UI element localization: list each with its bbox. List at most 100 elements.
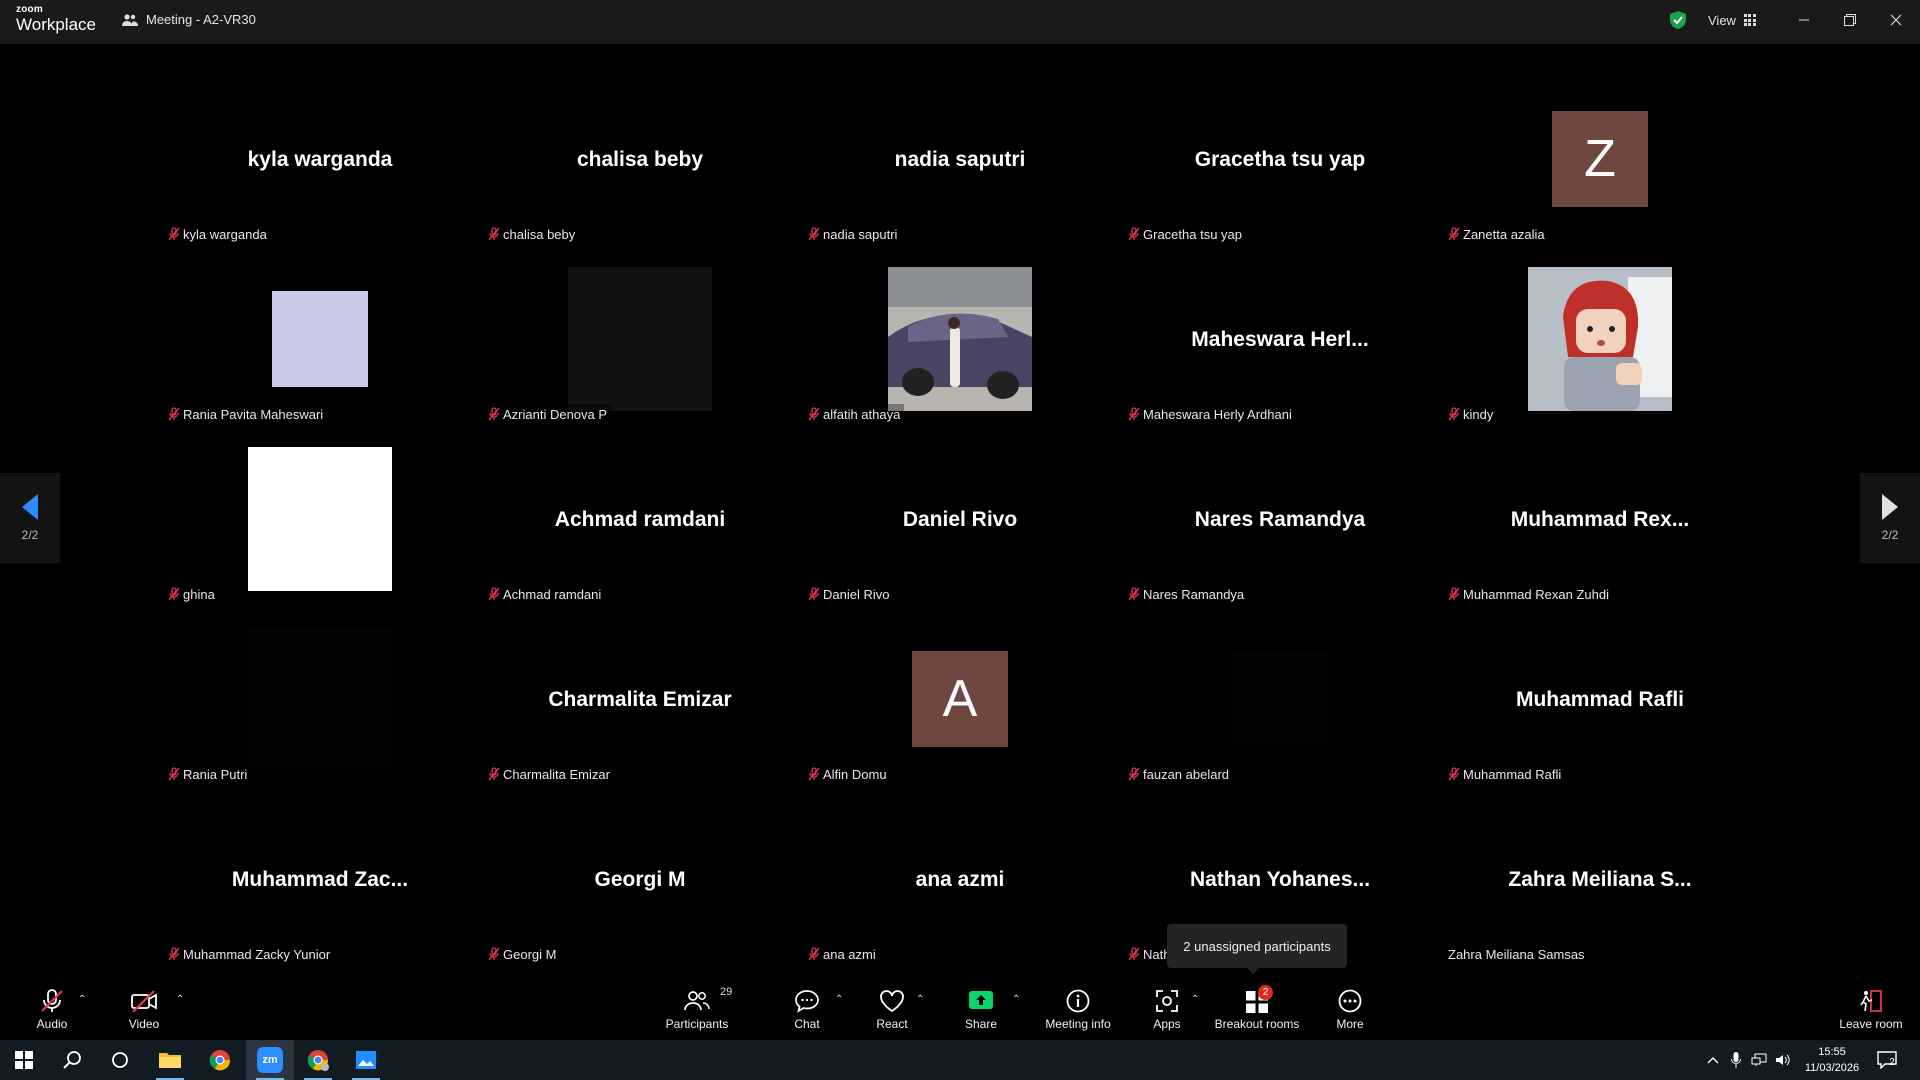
taskbar-clock[interactable]: 15:55 11/03/2026 [1800, 1044, 1864, 1076]
participant-tile[interactable]: Rania Putri [160, 627, 480, 810]
more-button[interactable]: More [1310, 988, 1390, 1036]
video-label: Video [128, 1017, 160, 1031]
search-icon [63, 1051, 81, 1069]
meeting-info-button[interactable]: Meeting info [1038, 988, 1118, 1036]
participant-tile[interactable]: Maheswara Herl... Maheswara Herly Ardhani [1120, 270, 1440, 450]
chrome-profile-taskbar-button[interactable] [294, 1040, 342, 1080]
participant-tile[interactable]: Gracetha tsu yap Gracetha tsu yap [1120, 90, 1440, 270]
breakout-rooms-button[interactable]: 2 Breakout rooms [1215, 985, 1299, 1036]
grid-view-icon [1743, 14, 1756, 26]
notification-center-button[interactable]: 2 [1870, 1040, 1910, 1080]
notification-count: 2 [1889, 1056, 1895, 1068]
participant-name: alfatih athaya [823, 406, 901, 422]
react-options-caret-icon[interactable]: ⌃ [916, 994, 924, 1005]
participant-tile[interactable]: Muhammad Rex... Muhammad Rexan Zuhdi [1440, 450, 1760, 630]
participant-tile[interactable]: kyla warganda kyla warganda [160, 90, 480, 270]
participant-tile[interactable]: Nares Ramandya Nares Ramandya [1120, 450, 1440, 630]
speaker-icon [1776, 1054, 1790, 1066]
leave-room-button[interactable]: Leave room [1831, 988, 1911, 1036]
windows-logo-icon [15, 1051, 33, 1069]
participant-tile[interactable]: ana azmi ana azmi [800, 810, 1120, 990]
initial-letter: Z [1584, 130, 1616, 188]
view-label: View [1708, 12, 1736, 28]
video-button[interactable]: Video [104, 988, 184, 1036]
apps-options-caret-icon[interactable]: ⌃ [1191, 994, 1199, 1005]
mic-muted-icon [1448, 767, 1460, 781]
share-button[interactable]: Share [941, 988, 1021, 1036]
file-explorer-taskbar-button[interactable] [146, 1040, 194, 1080]
audio-options-caret-icon[interactable]: ⌃ [78, 994, 86, 1005]
participant-tile[interactable]: Rania Pavita Maheswari [160, 270, 480, 450]
participant-tile[interactable]: Z Zanetta azalia [1440, 90, 1760, 270]
close-window-button[interactable] [1876, 8, 1916, 32]
clock-time: 15:55 [1818, 1046, 1846, 1058]
participant-tile[interactable]: A Alfin Domu [800, 630, 1120, 810]
minimize-button[interactable] [1784, 8, 1824, 32]
volume-tray-button[interactable] [1772, 1040, 1794, 1080]
mic-muted-icon [1128, 767, 1140, 781]
participant-tile[interactable]: Zahra Meiliana S... Zahra Meiliana Samsas [1440, 810, 1760, 990]
microphone-tray-button[interactable] [1726, 1040, 1746, 1080]
video-options-caret-icon[interactable]: ⌃ [176, 994, 184, 1005]
arrow-right-icon [1882, 494, 1898, 520]
mic-muted-icon [1128, 587, 1140, 601]
chat-options-caret-icon[interactable]: ⌃ [835, 994, 843, 1005]
participant-name-label: Muhammad Zacky Yunior [164, 944, 335, 964]
mic-muted-icon [1128, 947, 1140, 961]
participant-display-name: Muhammad Rafli [1515, 688, 1685, 711]
unassigned-participants-tooltip: 2 unassigned participants [1167, 924, 1347, 974]
participant-tile[interactable]: Charmalita Emizar Charmalita Emizar [480, 630, 800, 810]
participant-name: Achmad ramdani [503, 586, 602, 602]
zoom-taskbar-button[interactable]: zm [246, 1040, 294, 1080]
participant-video-frame [248, 447, 392, 591]
participant-tile[interactable]: Muhammad Rafli Muhammad Rafli [1440, 630, 1760, 810]
participant-tile[interactable]: Daniel Rivo Daniel Rivo [800, 450, 1120, 630]
start-button[interactable] [0, 1040, 48, 1080]
participant-tile[interactable]: Muhammad Zac... Muhammad Zacky Yunior [160, 810, 480, 990]
participant-tile[interactable]: kindy [1440, 267, 1760, 450]
chrome-taskbar-button[interactable] [196, 1040, 244, 1080]
more-icon [1338, 989, 1362, 1013]
participant-display-name: Gracetha tsu yap [1194, 148, 1366, 171]
participant-name-label: nadia saputri [804, 224, 902, 244]
network-tray-button[interactable] [1748, 1040, 1770, 1080]
participant-name-label: Gracetha tsu yap [1124, 224, 1246, 244]
participant-name-label: Maheswara Herly Ardhani [1124, 404, 1296, 424]
participant-display-name: Nathan Yohanes... [1189, 868, 1371, 891]
participant-tile[interactable]: Georgi M Georgi M [480, 810, 800, 990]
encryption-shield-icon[interactable] [1668, 10, 1688, 30]
participant-display-name: Daniel Rivo [902, 508, 1018, 531]
meeting-title[interactable]: Meeting - A2-VR30 [122, 12, 256, 27]
heart-react-icon [880, 990, 904, 1013]
share-screen-icon [969, 991, 993, 1009]
mic-muted-icon [808, 407, 820, 421]
participant-tile[interactable]: chalisa beby chalisa beby [480, 90, 800, 270]
participant-name-label: fauzan abelard [1124, 764, 1234, 784]
photos-taskbar-button[interactable] [342, 1040, 390, 1080]
breakout-rooms-badge: 2 [1258, 985, 1273, 1000]
participant-tile[interactable]: nadia saputri nadia saputri [800, 90, 1120, 270]
participant-tile[interactable]: Azrianti Denova P [480, 267, 800, 450]
show-hidden-icons-button[interactable] [1702, 1040, 1724, 1080]
mic-muted-icon [808, 587, 820, 601]
leave-room-label: Leave room [1839, 1017, 1903, 1031]
cortana-button[interactable] [96, 1040, 144, 1080]
next-page-button[interactable]: 2/2 [1860, 473, 1920, 563]
mic-muted-icon [488, 767, 500, 781]
participant-tile[interactable]: Achmad ramdani Achmad ramdani [480, 450, 800, 630]
search-button[interactable] [48, 1040, 96, 1080]
participant-tile[interactable]: alfatih athaya [800, 267, 1120, 450]
arrow-left-icon [22, 494, 38, 520]
participant-tile[interactable]: fauzan abelard [1120, 630, 1440, 810]
participant-name: Gracetha tsu yap [1143, 226, 1242, 242]
view-button[interactable]: View [1700, 8, 1766, 32]
restore-button[interactable] [1830, 8, 1870, 32]
react-label: React [876, 1017, 908, 1031]
mic-muted-icon [488, 227, 500, 241]
share-options-caret-icon[interactable]: ⌃ [1012, 994, 1020, 1005]
participant-tile[interactable]: ghina [160, 447, 480, 630]
title-bar: zoom Workplace Meeting - A2-VR30 View [0, 0, 1920, 44]
previous-page-button[interactable]: 2/2 [0, 473, 60, 563]
participant-name-label: chalisa beby [484, 224, 580, 244]
participants-button[interactable]: 29 Participants [657, 986, 737, 1036]
